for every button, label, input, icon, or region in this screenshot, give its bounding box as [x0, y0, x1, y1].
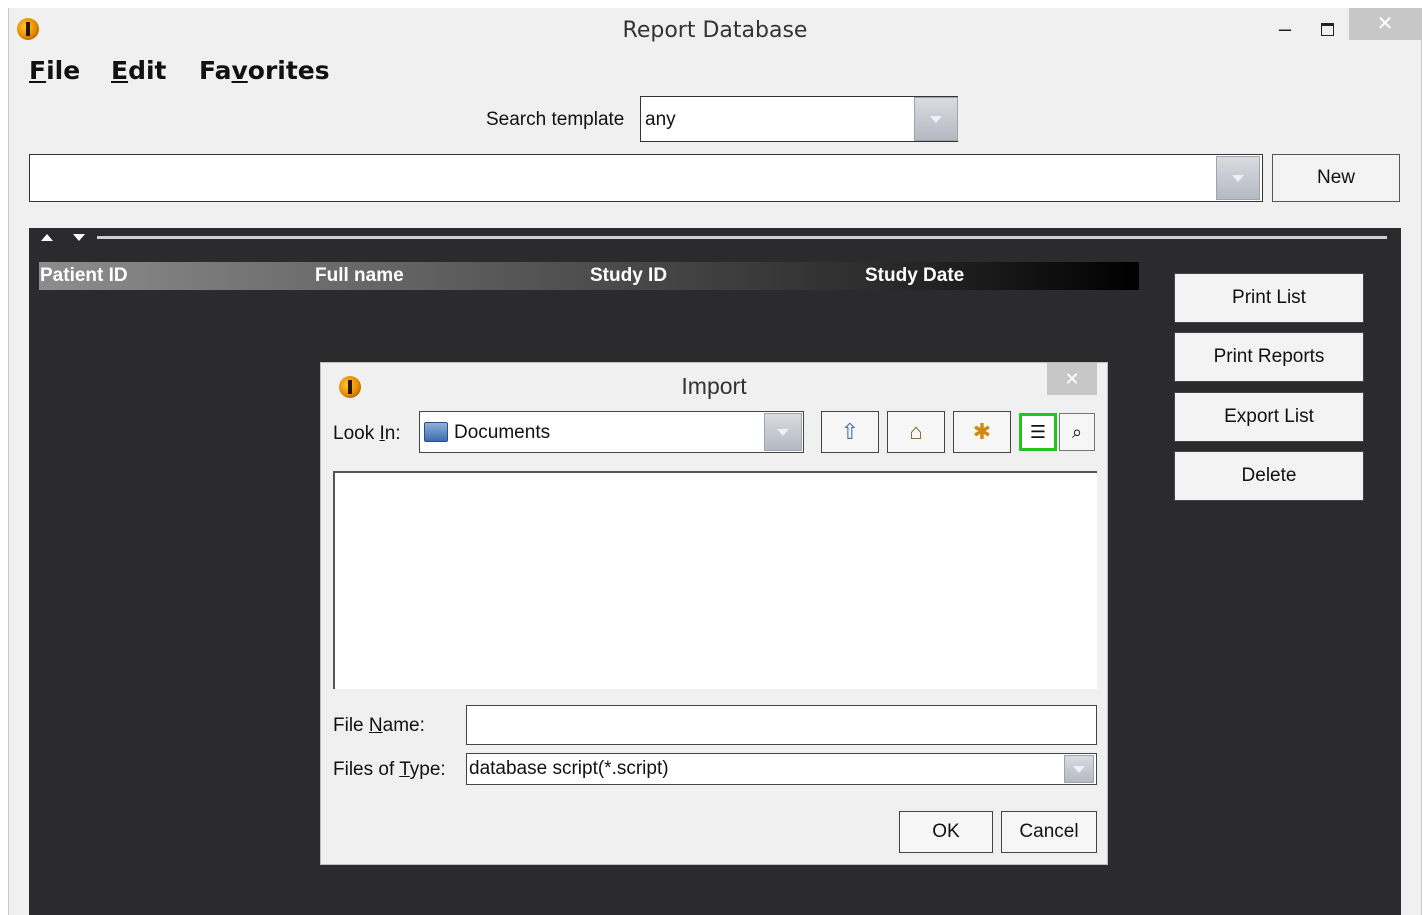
search-template-dropdown-button[interactable] — [914, 97, 958, 141]
search-template-value: any — [645, 109, 676, 130]
maximize-button[interactable] — [1313, 14, 1341, 44]
menu-edit-mnemonic: E — [111, 56, 129, 85]
query-dropdown-button[interactable] — [1216, 156, 1260, 200]
look-in-label: Look In: — [333, 423, 401, 445]
cancel-button[interactable]: Cancel — [1001, 811, 1097, 853]
look-in-select[interactable]: Documents — [419, 411, 804, 453]
dialog-close-button[interactable]: ✕ — [1047, 363, 1097, 395]
column-study-id[interactable]: Study ID — [590, 265, 667, 287]
column-patient-id[interactable]: Patient ID — [40, 265, 128, 287]
delete-button[interactable]: Delete — [1174, 451, 1364, 501]
file-list[interactable] — [333, 471, 1097, 689]
search-template-label: Search template — [486, 109, 625, 130]
splitter[interactable] — [29, 228, 1401, 244]
files-of-type-post: ype: — [409, 759, 446, 780]
menu-edit[interactable]: Edit — [111, 56, 167, 85]
look-in-value: Documents — [454, 422, 551, 443]
look-in-post: n: — [384, 423, 401, 444]
search-template-select[interactable]: any — [640, 96, 958, 142]
menu-file-mnemonic: F — [29, 56, 47, 85]
menu-file[interactable]: File — [29, 56, 80, 85]
window-title: Report Database — [622, 18, 808, 43]
menu-favorites-post: orites — [247, 56, 330, 85]
collapse-up-icon[interactable] — [41, 234, 53, 241]
home-button[interactable]: ⌂ — [887, 411, 945, 453]
ok-button[interactable]: OK — [899, 811, 993, 853]
menu-favorites-pre: Fa — [199, 56, 232, 85]
files-of-type-select[interactable]: database script(*.script) — [466, 753, 1097, 785]
look-in-pre: Look — [333, 423, 380, 444]
menu-favorites[interactable]: Favorites — [199, 56, 330, 85]
list-view-icon[interactable]: ☰ — [1019, 413, 1057, 451]
file-name-post: ame: — [382, 715, 425, 736]
up-folder-button[interactable]: ⇧ — [821, 411, 879, 453]
query-select[interactable] — [29, 154, 1263, 202]
file-name-mnemonic: N — [368, 715, 383, 736]
file-name-label: File Name: — [333, 715, 425, 737]
column-full-name[interactable]: Full name — [315, 265, 404, 287]
up-folder-icon: ⇧ — [840, 419, 860, 444]
table-header: Patient ID Full name Study ID Study Date — [39, 262, 1139, 290]
files-of-type-mnemonic: T — [399, 759, 410, 780]
file-name-input[interactable] — [466, 705, 1097, 745]
files-of-type-label: Files of Type: — [333, 759, 446, 781]
close-button[interactable]: ✕ — [1349, 8, 1421, 40]
title-bar: Report Database – ✕ — [9, 8, 1421, 54]
minimize-button[interactable]: – — [1271, 14, 1299, 44]
home-icon: ⌂ — [909, 419, 923, 444]
menu-favorites-mnemonic: v — [231, 56, 248, 85]
details-view-icon[interactable]: ⌕ — [1059, 413, 1095, 451]
look-in-dropdown-button[interactable] — [764, 413, 802, 451]
expand-down-icon[interactable] — [73, 234, 85, 241]
new-folder-icon: ✱ — [972, 419, 992, 444]
files-of-type-value: database script(*.script) — [469, 758, 669, 779]
files-of-type-pre: Files of — [333, 759, 400, 780]
column-study-date[interactable]: Study Date — [865, 265, 964, 287]
folder-icon — [424, 422, 448, 442]
export-list-button[interactable]: Export List — [1174, 392, 1364, 442]
new-button[interactable]: New — [1272, 154, 1400, 202]
print-reports-button[interactable]: Print Reports — [1174, 332, 1364, 382]
file-name-pre: File — [333, 715, 369, 736]
menu-file-post: ile — [46, 56, 81, 85]
import-dialog: Import ✕ Look In: Documents ⇧ ⌂ ✱ ☰ ⌕ Fi… — [320, 362, 1108, 865]
print-list-button[interactable]: Print List — [1174, 273, 1364, 323]
splitter-line — [97, 236, 1387, 239]
menu-edit-post: dit — [128, 56, 167, 85]
files-of-type-dropdown-button[interactable] — [1064, 755, 1094, 783]
dialog-title: Import — [681, 373, 747, 399]
new-folder-button[interactable]: ✱ — [953, 411, 1011, 453]
